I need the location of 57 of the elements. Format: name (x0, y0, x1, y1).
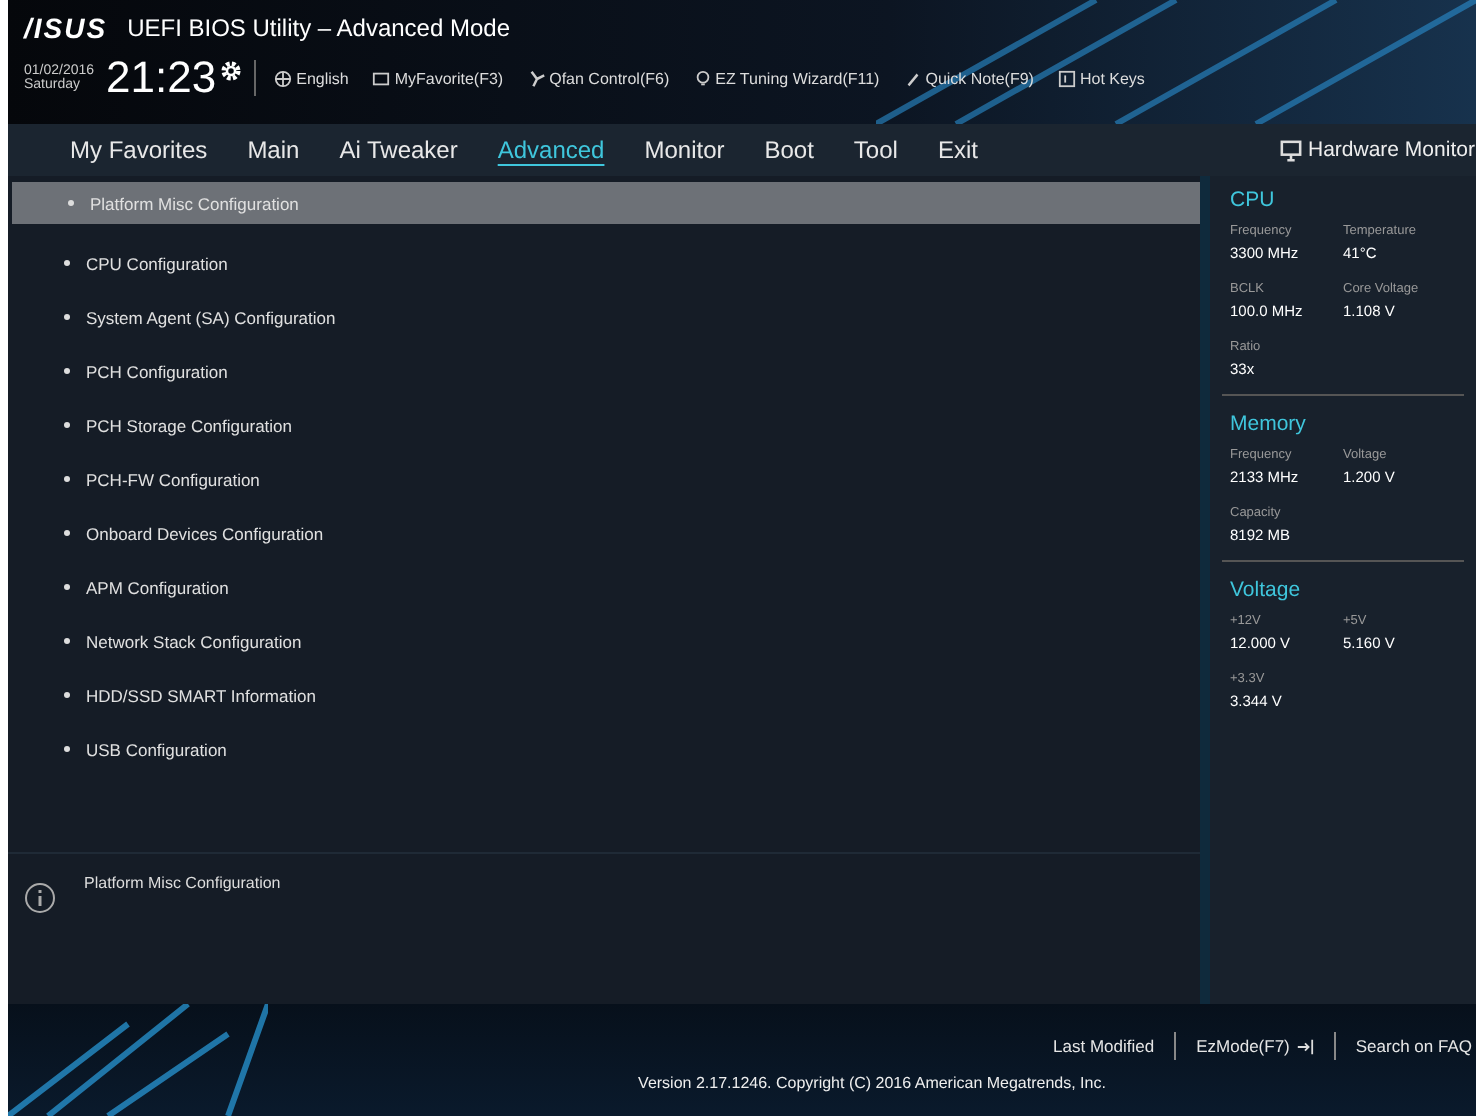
brand-logo: /ISUS (24, 12, 108, 44)
menu-tab[interactable]: Ai Tweaker (321, 132, 476, 168)
monitor-icon (1280, 139, 1302, 161)
version-text: Version 2.17.1246. Copyright (C) 2016 American Megatrends, Inc. (638, 1074, 1106, 1092)
footer-link[interactable]: Search on FAQ (1351, 1036, 1476, 1056)
footer-link[interactable]: Last Modified (1049, 1036, 1159, 1056)
globe-icon (274, 69, 293, 87)
bullet-icon (64, 530, 70, 536)
footer-link[interactable]: EzMode(F7) (1192, 1036, 1318, 1056)
menu-item[interactable]: HDD/SSD SMART Information (8, 668, 1200, 722)
toolbar-button[interactable]: MyFavorite(F3) (366, 69, 510, 87)
clock-time: 21:23 (106, 52, 217, 104)
menu-item[interactable]: CPU Configuration (8, 236, 1200, 290)
toolbar-button[interactable]: EZ Tuning Wizard(F11) (687, 69, 886, 87)
menu-item[interactable]: USB Configuration (8, 722, 1200, 776)
section-title: Voltage (1230, 578, 1303, 602)
menu-tab[interactable]: My Favorites (52, 132, 226, 168)
panel-title: Hardware Monitor (1308, 138, 1475, 162)
menu-item[interactable]: Onboard Devices Configuration (8, 506, 1200, 560)
bullet-icon (64, 368, 70, 374)
bullet-icon (64, 584, 70, 590)
bullet-icon (64, 692, 70, 698)
menu-item[interactable]: System Agent (SA) Configuration (8, 290, 1200, 344)
bullet-icon (64, 260, 70, 266)
toolbar-button[interactable]: Quick Note(F9) (897, 69, 1040, 87)
toolbar-button[interactable]: English (268, 69, 355, 87)
menu-item[interactable]: PCH-FW Configuration (8, 452, 1200, 506)
toolbar-button[interactable]: Hot Keys (1051, 69, 1151, 87)
exit-icon (1295, 1037, 1314, 1055)
menu-item[interactable]: Network Stack Configuration (8, 614, 1200, 668)
menu-tab[interactable]: Tool (835, 132, 916, 168)
menu-tab[interactable]: Advanced (479, 132, 623, 168)
bullet-icon (64, 638, 70, 644)
window-title: UEFI BIOS Utility – Advanced Mode (127, 14, 510, 42)
fan-icon (527, 69, 546, 87)
menu-item[interactable]: APM Configuration (8, 560, 1200, 614)
bullet-icon (68, 200, 74, 206)
menu-item[interactable]: PCH Configuration (8, 344, 1200, 398)
bullet-icon (64, 314, 70, 320)
toolbar-button[interactable]: Qfan Control(F6) (521, 69, 676, 87)
menu-item[interactable]: PCH Storage Configuration (8, 398, 1200, 452)
bullet-icon (64, 422, 70, 428)
bulb-icon (693, 69, 712, 87)
menu-tab[interactable]: Monitor (626, 132, 743, 168)
menu-item[interactable]: Platform Misc Configuration (12, 182, 1200, 224)
frame-icon (372, 69, 391, 87)
menu-tab[interactable]: Exit (919, 132, 996, 168)
pen-icon (903, 69, 922, 87)
section-title: CPU (1230, 188, 1277, 212)
menu-tab[interactable]: Boot (746, 132, 832, 168)
info-icon (24, 882, 56, 914)
section-title: Memory (1230, 412, 1308, 436)
settings-icon[interactable] (220, 60, 243, 82)
help-text: Platform Misc Configuration (84, 874, 281, 892)
menu-tab[interactable]: Main (229, 132, 318, 168)
bullet-icon (64, 476, 70, 482)
bullet-icon (64, 746, 70, 752)
